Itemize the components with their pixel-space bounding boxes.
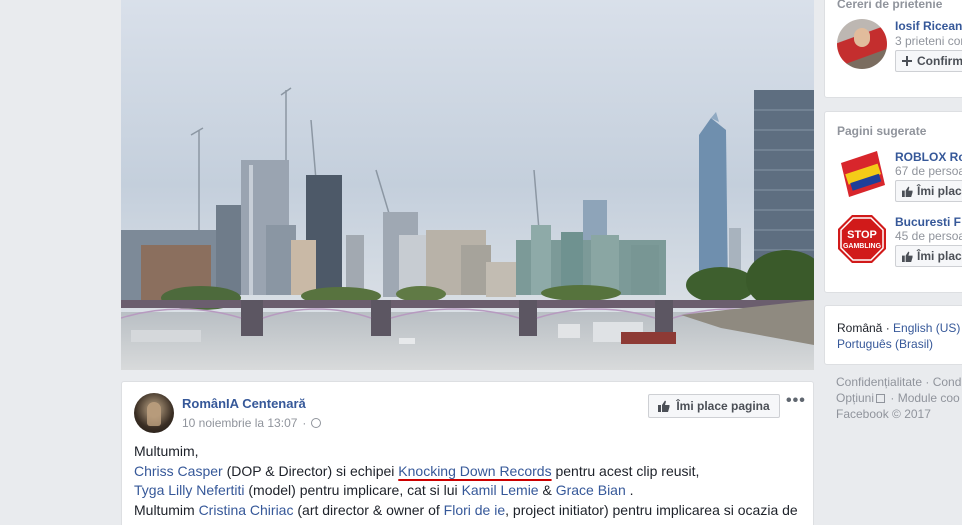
- footer-links: Confidențialitate · Cond Opțiuni · Modul…: [836, 374, 961, 422]
- language-line-1: Română · English (US): [837, 321, 961, 335]
- current-language: Română: [837, 321, 883, 335]
- footer-copyright: Facebook © 2017: [836, 407, 931, 421]
- friend-requests-title: Cereri de prietenie: [837, 0, 943, 11]
- thumbs-up-icon: [902, 250, 913, 262]
- mention-flori-de-ie[interactable]: Flori de ie: [444, 502, 505, 518]
- confirm-friend-button[interactable]: Confirm: [895, 50, 962, 72]
- mention-chriss-casper[interactable]: Chriss Casper: [134, 463, 223, 479]
- ad-choices-link[interactable]: Opțiuni: [836, 391, 874, 405]
- thumbs-up-icon: [902, 185, 913, 197]
- post-line-1: Multumim,: [134, 443, 199, 459]
- ad-choices-icon: [876, 394, 886, 403]
- friend-request-name[interactable]: Iosif Ricean: [895, 19, 962, 33]
- globe-icon: [311, 418, 322, 428]
- like-suggested-page-button[interactable]: Îmi plac: [895, 245, 962, 267]
- mention-knocking-down-records[interactable]: Knocking Down Records: [398, 463, 551, 479]
- footer-line-2: Opțiuni · Module coo: [836, 390, 961, 406]
- add-friend-icon: [902, 56, 912, 66]
- roblox-romania-logo[interactable]: [837, 149, 887, 199]
- post-line-4: Multumim Cristina Chiriac (art director …: [134, 501, 798, 518]
- like-page-button[interactable]: Îmi place pagina: [648, 394, 780, 418]
- mention-kamil-lemie[interactable]: Kamil Lemie: [462, 482, 539, 498]
- post-line-3: Tyga Lilly Nefertiti (model) pentru impl…: [134, 482, 634, 498]
- mutual-friends-link[interactable]: 3 prieteni com: [895, 34, 962, 48]
- suggested-page-likes: 45 de persoa: [895, 229, 962, 243]
- like-suggested-page-button[interactable]: Îmi plac: [895, 180, 962, 202]
- separator-dot: ·: [302, 416, 307, 430]
- post-line-2: Chriss Casper (DOP & Director) si echipe…: [134, 462, 700, 479]
- footer-line-1[interactable]: Confidențialitate · Cond: [836, 374, 961, 390]
- suggested-page-likes: 67 de persoa: [895, 164, 962, 178]
- post-text: Multumim, Chriss Casper (DOP & Director)…: [134, 442, 809, 520]
- stop-gambling-logo[interactable]: STOP GAMBLING: [837, 214, 887, 264]
- suggested-page-name[interactable]: ROBLOX Ro: [895, 150, 962, 164]
- page-avatar[interactable]: [134, 393, 174, 433]
- post-card: RomânIA Centenară 10 noiembrie la 13:07 …: [121, 381, 814, 525]
- like-page-label: Îmi place pagina: [676, 399, 770, 413]
- post-timestamp: 10 noiembrie la 13:07 ·: [182, 416, 322, 430]
- thumbs-up-icon: [658, 400, 670, 412]
- suggested-pages-title: Pagini sugerate: [837, 124, 927, 138]
- languages-card: Română · English (US) Português (Brasil): [824, 305, 962, 365]
- mention-grace-bian[interactable]: Grace Bian: [556, 482, 626, 498]
- mention-tyga-lilly[interactable]: Tyga Lilly Nefertiti: [134, 482, 244, 498]
- london-skyline-image: [121, 0, 814, 370]
- page-name-link[interactable]: RomânIA Centenară: [182, 396, 306, 411]
- friend-request-avatar[interactable]: [837, 19, 887, 69]
- post-video[interactable]: [121, 0, 814, 370]
- mention-cristina-chiriac[interactable]: Cristina Chiriac: [199, 502, 294, 518]
- svg-text:GAMBLING: GAMBLING: [843, 243, 882, 250]
- suggested-pages-card: Pagini sugerate ROBLOX Ro 67 de persoa Î…: [824, 111, 962, 293]
- timestamp-link[interactable]: 10 noiembrie la 13:07: [182, 416, 297, 430]
- more-options-icon[interactable]: •••: [786, 392, 806, 410]
- language-english-link[interactable]: English (US): [893, 321, 960, 335]
- language-portuguese-link[interactable]: Português (Brasil): [837, 337, 933, 351]
- language-line-2: Português (Brasil): [837, 337, 933, 351]
- cookies-link[interactable]: · Module coo: [887, 391, 959, 405]
- friend-requests-card: Cereri de prietenie Iosif Ricean 3 priet…: [824, 0, 962, 98]
- suggested-page-name[interactable]: Bucuresti F: [895, 215, 961, 229]
- svg-text:STOP: STOP: [847, 229, 877, 241]
